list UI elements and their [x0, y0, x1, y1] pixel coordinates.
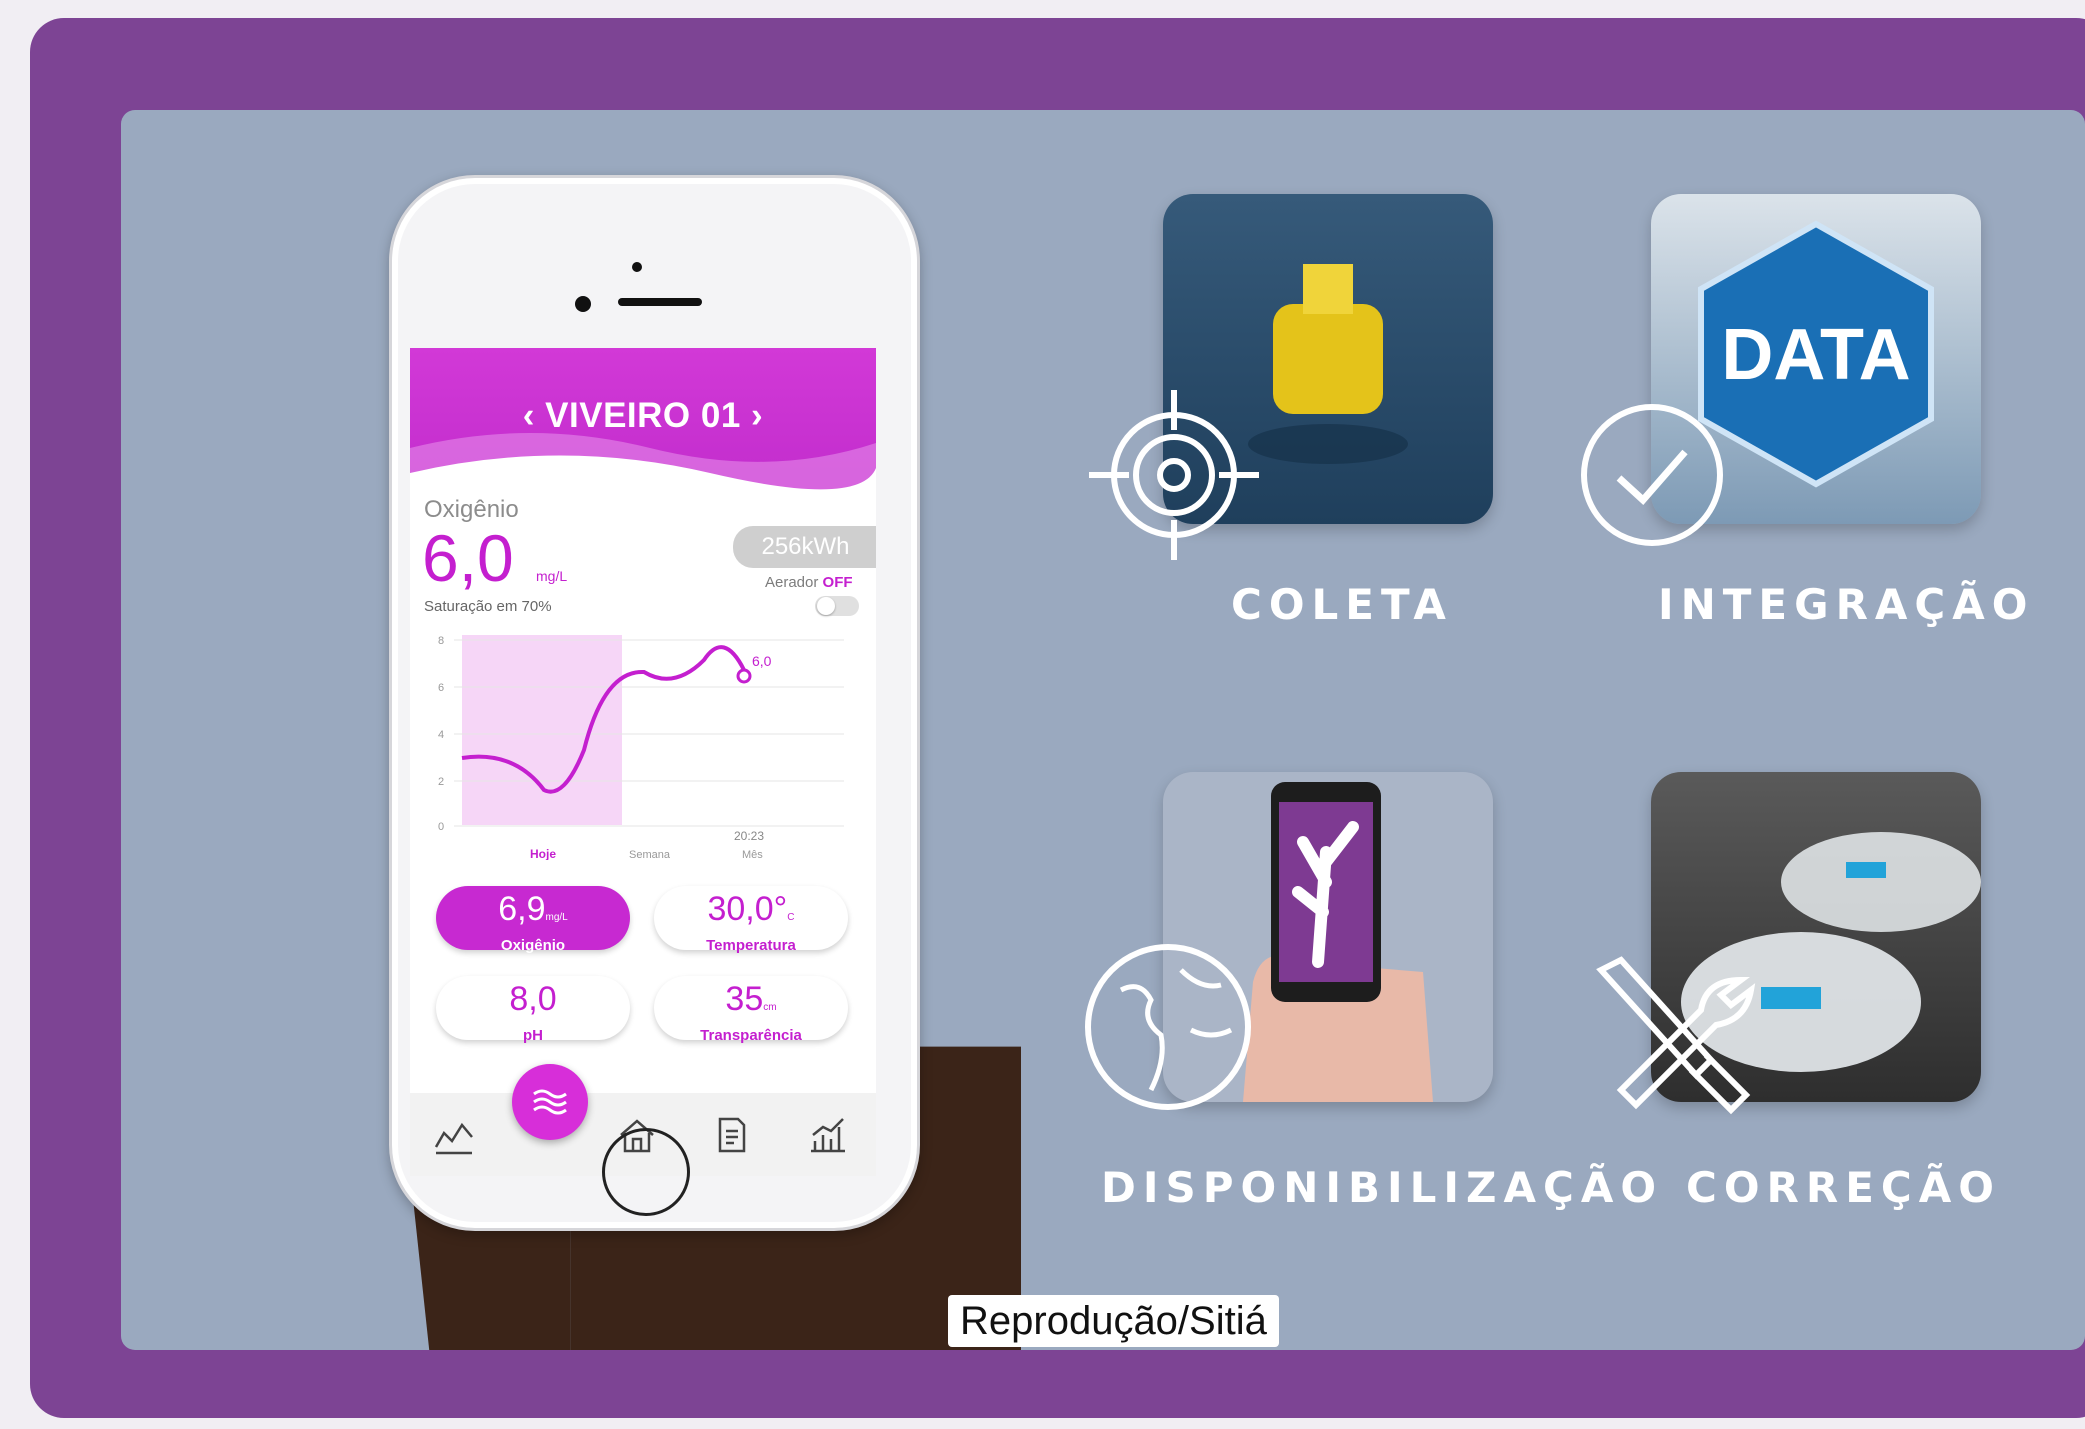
saturation-text: Saturação em 70% [424, 598, 552, 615]
today-highlight [462, 635, 622, 825]
sensor-dot [632, 262, 642, 272]
metric-unit: C [787, 912, 795, 923]
analytics-icon[interactable] [805, 1113, 849, 1157]
metric-transparency[interactable]: 35cm Transparência [654, 976, 848, 1044]
aerator-label: Aerador [765, 574, 819, 591]
metric-temperature[interactable]: 30,0°C Temperatura [654, 886, 848, 954]
report-icon[interactable] [710, 1113, 754, 1157]
metric-value: 35 [725, 980, 764, 1018]
waves-icon [533, 1089, 567, 1115]
tools-icon [1596, 956, 1756, 1115]
metric-label: Temperatura [706, 937, 796, 954]
last-point [736, 668, 752, 684]
metric-value: 6,9 [498, 890, 546, 928]
smartphone: ‹ VIVEIRO 01 › Oxigênio 6,0 mg/L Saturaç… [389, 175, 920, 1231]
app-header: ‹ VIVEIRO 01 › [410, 348, 876, 498]
image-credit: Reprodução/Sitiá [948, 1295, 1279, 1347]
home-button[interactable] [602, 1128, 690, 1216]
metric-label: Oxigênio [500, 937, 566, 954]
disponibilizacao-label: DISPONIBILIZAÇÃO [1101, 1163, 1664, 1212]
metric-label: pH [523, 1027, 543, 1044]
camera-dot [575, 296, 591, 312]
check-circle-icon [1581, 404, 1723, 546]
metric-value: 30,0° [707, 890, 788, 928]
waves-fab[interactable] [512, 1064, 588, 1140]
range-week[interactable]: Semana [629, 849, 671, 860]
oxygen-value: 6,0 [422, 521, 514, 595]
pond-title[interactable]: ‹ VIVEIRO 01 › [410, 396, 876, 436]
y-tick: 6 [438, 682, 444, 694]
target-icon [1089, 390, 1259, 560]
data-tile-text: DATA [1721, 315, 1910, 395]
map-chart-icon[interactable] [432, 1113, 476, 1157]
integracao-label: INTEGRAÇÃO [1658, 580, 2035, 629]
y-tick: 4 [438, 729, 444, 741]
y-tick: 0 [438, 821, 444, 833]
range-today[interactable]: Hoje [530, 847, 556, 860]
correcao-label: CORREÇÃO [1686, 1163, 2001, 1212]
metric-oxygen[interactable]: 6,9mg/L Oxigênio [436, 886, 630, 954]
y-tick: 8 [438, 635, 444, 647]
content-panel: ‹ VIVEIRO 01 › Oxigênio 6,0 mg/L Saturaç… [121, 110, 2085, 1350]
range-month[interactable]: Mês [742, 849, 763, 860]
metric-ph[interactable]: 8,0 pH [436, 976, 630, 1044]
last-value-label: 6,0 [752, 653, 772, 669]
metric-value: 8,0 [509, 980, 557, 1018]
earpiece [618, 298, 702, 306]
aerator-toggle[interactable] [815, 596, 859, 616]
app-screen: ‹ VIVEIRO 01 › Oxigênio 6,0 mg/L Saturaç… [410, 348, 876, 1176]
metric-unit: cm [763, 1002, 777, 1013]
coleta-label: COLETA [1231, 580, 1453, 629]
oxygen-unit: mg/L [536, 568, 568, 584]
metric-unit: mg/L [545, 912, 568, 923]
energy-badge: 256kWh [733, 526, 876, 568]
aerator-state: OFF [822, 574, 853, 591]
aerator-status: Aerador OFF [765, 574, 853, 591]
y-tick: 2 [438, 776, 444, 788]
metric-label: Transparência [700, 1027, 802, 1044]
time-label: 20:23 [734, 829, 764, 843]
globe-icon [1085, 944, 1251, 1110]
oxygen-chart: 8 6 4 2 0 6,0 20:23 Hoje Semana Mês [438, 635, 844, 860]
